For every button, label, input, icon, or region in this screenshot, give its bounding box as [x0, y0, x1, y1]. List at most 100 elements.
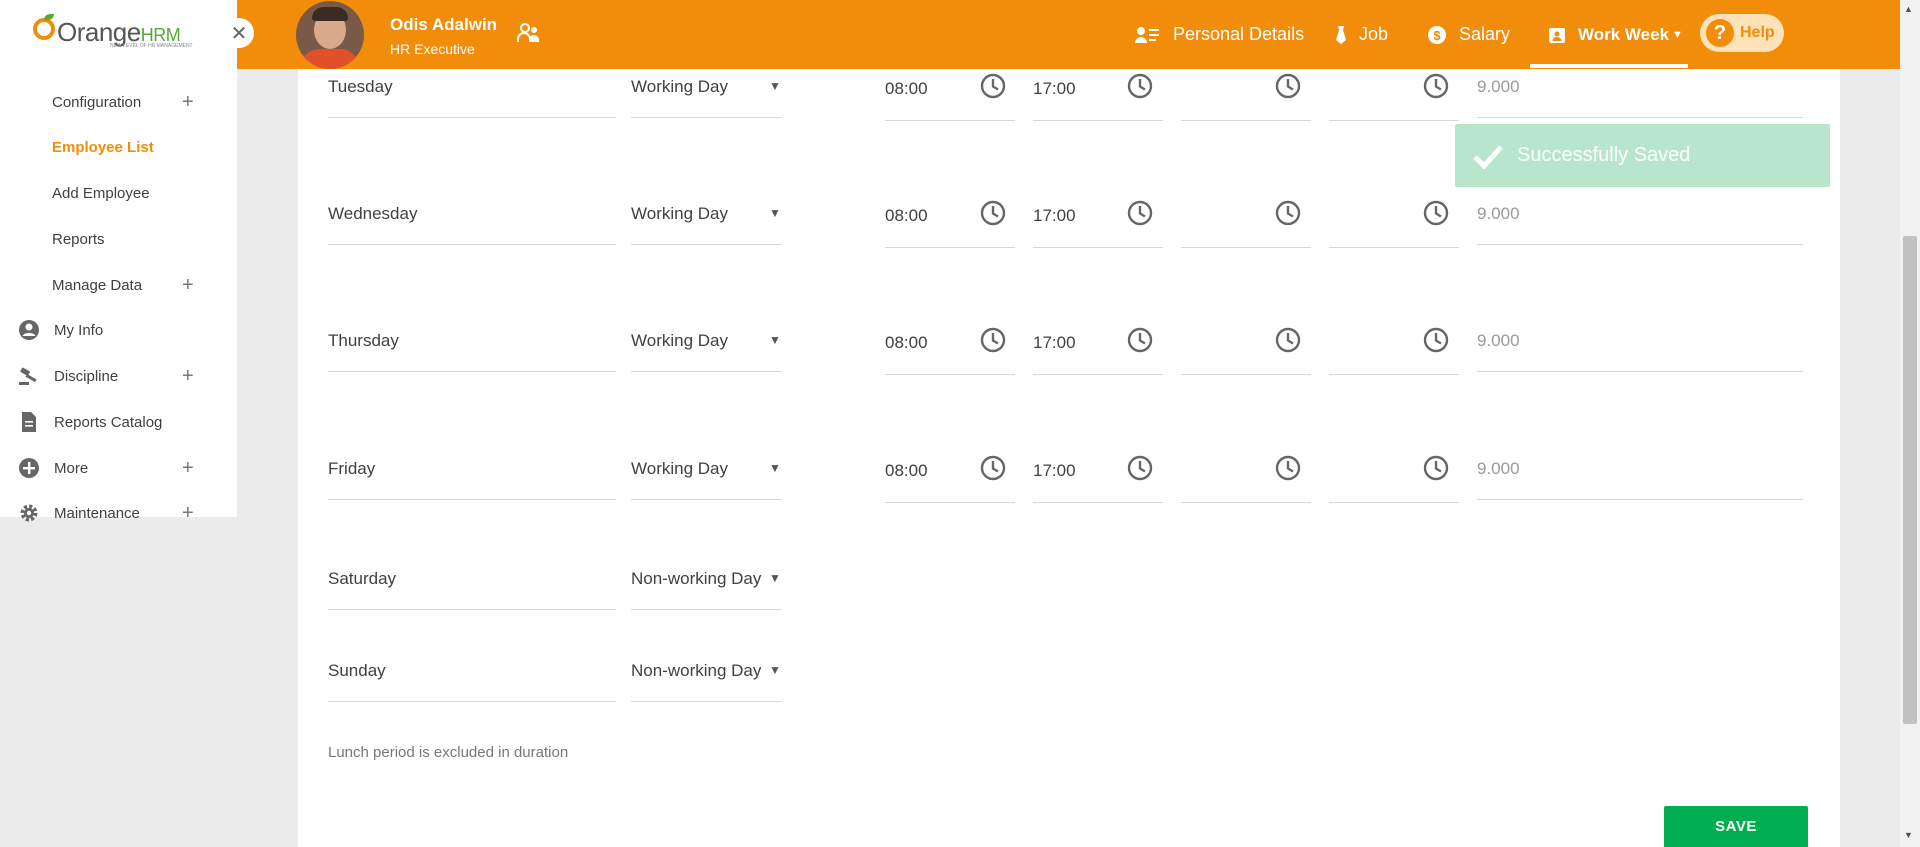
user-name: Odis Adalwin	[390, 15, 498, 34]
select-underline	[631, 117, 781, 118]
duration-field: 9.000	[1477, 331, 1520, 350]
duration-underline	[1477, 499, 1803, 500]
clock-icon[interactable]	[979, 72, 1007, 100]
active-tab-indicator	[1530, 64, 1688, 68]
clock-icon[interactable]	[979, 199, 1007, 227]
expand-plus-icon[interactable]: +	[182, 91, 194, 114]
day-type-select[interactable]: Working Day	[631, 459, 728, 479]
end-time-input[interactable]: 17:00	[1033, 461, 1076, 481]
sidebar-item-label: Manage Data	[52, 276, 143, 294]
dropdown-arrow-icon[interactable]: ▼	[769, 663, 781, 677]
day-type-select[interactable]: Working Day	[631, 331, 728, 351]
sidebar-item-label: Discipline	[54, 367, 119, 385]
logo-leaf-icon	[44, 14, 54, 20]
lunch-note: Lunch period is excluded in duration	[328, 744, 569, 761]
start-time-underline	[885, 247, 1015, 248]
end-time-input[interactable]: 17:00	[1033, 333, 1076, 353]
sidebar-item-more[interactable]: More +	[0, 448, 237, 488]
dropdown-arrow-icon[interactable]: ▼	[769, 333, 781, 347]
select-underline	[631, 244, 781, 245]
end-time-input[interactable]: 17:00	[1033, 79, 1076, 99]
check-icon	[1473, 144, 1503, 169]
start-time-input[interactable]: 08:00	[885, 206, 928, 226]
day-type-select[interactable]: Non-working Day	[631, 661, 761, 681]
sidebar-item-label: Employee List	[52, 138, 154, 156]
sidebar-item-discipline[interactable]: Discipline +	[0, 356, 237, 396]
tab-personal-details-label: Personal Details	[1173, 24, 1305, 44]
sidebar-item-label: Configuration	[52, 93, 142, 111]
duration-underline	[1477, 117, 1803, 118]
expand-plus-icon[interactable]: +	[182, 502, 194, 525]
sidebar-item-maintenance[interactable]: Maintenance +	[0, 493, 237, 533]
clock-icon[interactable]	[979, 326, 1007, 354]
clock-icon[interactable]	[1422, 326, 1450, 354]
save-button[interactable]: SAVE	[1664, 806, 1808, 847]
expand-plus-icon[interactable]: +	[182, 365, 194, 388]
duration-field: 9.000	[1477, 459, 1520, 478]
clock-icon[interactable]	[1274, 199, 1302, 227]
dropdown-arrow-icon[interactable]: ▼	[769, 206, 781, 220]
sidebar-item-my-info[interactable]: My Info	[0, 310, 237, 350]
document-icon	[22, 412, 36, 432]
expand-plus-icon[interactable]: +	[182, 457, 194, 480]
tab-work-week[interactable]: Work Week ▼	[1528, 0, 1688, 69]
lunch-end-underline	[1329, 247, 1459, 248]
sidebar-item-add-employee[interactable]: Add Employee	[0, 173, 237, 213]
duration-underline	[1477, 371, 1803, 372]
clock-icon[interactable]	[1422, 72, 1450, 100]
sidebar-item-label: My Info	[54, 321, 104, 339]
lunch-end-underline	[1329, 120, 1459, 121]
clock-icon[interactable]	[1126, 326, 1154, 354]
sidebar-item-manage-data[interactable]: Manage Data +	[0, 265, 237, 305]
close-sidebar-button[interactable]: ✕	[224, 18, 254, 48]
tab-personal-details[interactable]: Personal Details	[1135, 0, 1304, 69]
end-time-input[interactable]: 17:00	[1033, 206, 1076, 226]
sidebar-item-label: Reports	[52, 230, 105, 248]
help-button[interactable]: ? Help	[1700, 14, 1784, 52]
clock-icon[interactable]	[979, 454, 1007, 482]
logo-icon	[33, 18, 55, 40]
day-field-underline	[328, 499, 616, 500]
sidebar-item-employee-list[interactable]: Employee List	[0, 127, 237, 167]
dropdown-arrow-icon[interactable]: ▼	[769, 79, 781, 93]
clock-icon[interactable]	[1274, 454, 1302, 482]
expand-plus-icon[interactable]: +	[182, 274, 194, 297]
day-type-select[interactable]: Working Day	[631, 77, 728, 97]
lunch-start-underline	[1181, 374, 1311, 375]
person-circle-icon	[19, 320, 39, 340]
scroll-up-arrow-icon[interactable]: ▲	[1904, 4, 1913, 14]
scroll-down-arrow-icon[interactable]: ▼	[1904, 830, 1913, 840]
avatar[interactable]	[296, 1, 364, 69]
tab-work-week-label: Work Week	[1578, 24, 1670, 44]
chevron-down-icon: ▼	[1672, 28, 1683, 41]
duration-underline	[1477, 244, 1803, 245]
sidebar-item-reports[interactable]: Reports	[0, 219, 237, 259]
day-type-select[interactable]: Non-working Day	[631, 569, 761, 589]
clock-icon[interactable]	[1126, 454, 1154, 482]
dropdown-arrow-icon[interactable]: ▼	[769, 571, 781, 585]
clock-icon[interactable]	[1126, 199, 1154, 227]
end-time-underline	[1033, 120, 1163, 121]
clock-icon[interactable]	[1422, 199, 1450, 227]
clock-icon[interactable]	[1274, 326, 1302, 354]
lunch-end-underline	[1329, 374, 1459, 375]
switch-employee-icon[interactable]	[516, 20, 542, 46]
sidebar-item-reports-catalog[interactable]: Reports Catalog	[0, 402, 237, 442]
dollar-icon: $	[1428, 25, 1446, 44]
clock-icon[interactable]	[1126, 72, 1154, 100]
tab-job[interactable]: Job	[1335, 0, 1388, 69]
day-type-select[interactable]: Working Day	[631, 204, 728, 224]
tab-salary[interactable]: $ Salary	[1427, 0, 1510, 69]
calendar-user-icon	[1549, 27, 1565, 43]
lunch-end-underline	[1329, 502, 1459, 503]
scrollbar-thumb[interactable]	[1903, 236, 1917, 724]
dropdown-arrow-icon[interactable]: ▼	[769, 461, 781, 475]
start-time-input[interactable]: 08:00	[885, 79, 928, 99]
sidebar-item-label: Add Employee	[52, 184, 150, 202]
start-time-input[interactable]: 08:00	[885, 333, 928, 353]
end-time-underline	[1033, 502, 1163, 503]
clock-icon[interactable]	[1422, 454, 1450, 482]
sidebar-item-configuration[interactable]: Configuration +	[0, 82, 237, 122]
start-time-input[interactable]: 08:00	[885, 461, 928, 481]
clock-icon[interactable]	[1274, 72, 1302, 100]
